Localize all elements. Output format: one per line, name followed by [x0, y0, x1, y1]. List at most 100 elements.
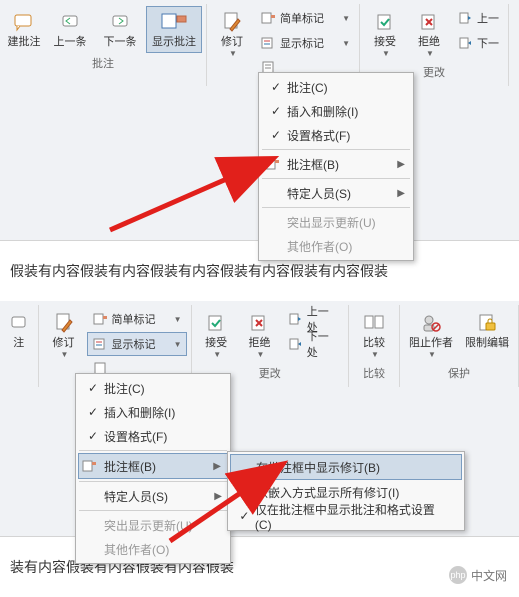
prev-comment-button[interactable]: 上一条: [46, 6, 94, 53]
next-change-button[interactable]: 下一处: [282, 332, 344, 356]
menu-highlight: 突出显示更新(U): [261, 210, 411, 234]
comment-button[interactable]: 注: [4, 307, 34, 354]
show-markup-menu: ✓批注(C) ✓插入和删除(I) ✓设置格式(F) 批注框(B) ▶ 特定人员(S…: [258, 72, 414, 261]
label: 简单标记: [112, 311, 156, 327]
show-comments-button[interactable]: 显示批注: [146, 6, 202, 53]
label: 以嵌入方式显示所有修订(I): [256, 484, 399, 501]
create-comment-button[interactable]: 建批注: [4, 6, 44, 53]
next-comment-button[interactable]: 下一条: [96, 6, 144, 53]
show-markup-dropdown[interactable]: 显示标记 ▼: [255, 31, 355, 55]
compare-icon: [363, 311, 385, 335]
menu-ins-del[interactable]: ✓插入和删除(I): [78, 400, 228, 424]
chevron-down-icon: ▼: [371, 350, 379, 359]
label: 仅在批注框中显示批注和格式设置(C): [255, 501, 442, 532]
reject-button[interactable]: 拒绝 ▼: [408, 6, 450, 62]
next-icon: [287, 336, 303, 352]
menu-balloons[interactable]: 批注框(B) ▶: [261, 152, 411, 176]
balloons-submenu: 在批注框中显示修订(B) 以嵌入方式显示所有修订(I) ✓仅在批注框中显示批注和…: [227, 451, 465, 531]
prev-icon: [457, 10, 473, 26]
reject-icon: [249, 311, 269, 335]
label: 比较: [363, 337, 385, 350]
prev-icon: [287, 311, 303, 327]
label: 上一条: [54, 36, 87, 49]
block-authors-icon: [421, 311, 441, 335]
balloon-icon: [82, 459, 104, 473]
submenu-only-format[interactable]: ✓仅在批注框中显示批注和格式设置(C): [230, 504, 462, 528]
chevron-down-icon: ▼: [61, 350, 69, 359]
revise-icon: [222, 10, 242, 34]
prev-change-button[interactable]: 上一: [452, 6, 504, 30]
compare-group: 比较 ▼ 比较: [349, 305, 400, 387]
protect-group: 阻止作者 ▼ 限制编辑 保护: [400, 305, 519, 387]
submenu-arrow-icon: ▶: [397, 188, 405, 199]
accept-button[interactable]: 接受 ▼: [364, 6, 406, 62]
menu-format[interactable]: ✓设置格式(F): [261, 123, 411, 147]
separator: [79, 510, 227, 511]
label: 批注框(B): [104, 458, 156, 475]
accept-icon: [206, 311, 226, 335]
menu-people[interactable]: 特定人员(S)▶: [78, 484, 228, 508]
check-icon: ✓: [82, 381, 104, 395]
label: 批注(C): [287, 79, 328, 96]
menu-comments[interactable]: ✓批注(C): [78, 376, 228, 400]
body-text: 假装有内容假装有内容假装有内容假装有内容假装有内容假装: [10, 263, 388, 279]
label: 建批注: [8, 36, 41, 49]
watermark-logo: php 中文网: [443, 564, 513, 586]
submenu-arrow-icon: ▶: [397, 159, 405, 170]
compare-button[interactable]: 比较 ▼: [353, 307, 395, 363]
reject-icon: [419, 10, 439, 34]
menu-ins-del[interactable]: ✓插入和删除(I): [261, 99, 411, 123]
menu-others: 其他作者(O): [78, 537, 228, 561]
menu-people[interactable]: 特定人员(S)▶: [261, 181, 411, 205]
menu-others: 其他作者(O): [261, 234, 411, 258]
chevron-down-icon: ▼: [174, 340, 182, 349]
markup-icon: [260, 10, 276, 26]
label: 批注框(B): [287, 156, 339, 173]
label: 接受: [205, 337, 227, 350]
label: 在批注框中显示修订(B): [256, 459, 380, 476]
revise-button[interactable]: 修订 ▼: [211, 6, 253, 62]
simple-markup-dropdown[interactable]: 简单标记 ▼: [255, 6, 355, 30]
label: 插入和删除(I): [104, 404, 175, 421]
accept-icon: [375, 10, 395, 34]
menu-comments[interactable]: ✓批注(C): [261, 75, 411, 99]
chevron-down-icon: ▼: [257, 350, 265, 359]
check-icon: ✓: [82, 405, 104, 419]
menu-format[interactable]: ✓设置格式(F): [78, 424, 228, 448]
separator: [262, 207, 410, 208]
submenu-arrow-icon: ▶: [213, 461, 221, 472]
next-change-button[interactable]: 下一: [452, 31, 504, 55]
chevron-down-icon: ▼: [342, 14, 350, 23]
comment-new-icon: [13, 10, 35, 34]
prev-comment-icon: [59, 10, 81, 34]
accept-button[interactable]: 接受 ▼: [196, 307, 237, 363]
chevron-down-icon: ▼: [382, 49, 390, 58]
label: 限制编辑: [465, 337, 509, 350]
comment-group: 注: [0, 305, 39, 387]
top-panel: 建批注 上一条 下一条 显示批注 批注: [0, 0, 519, 241]
separator: [262, 149, 410, 150]
show-markup-dropdown[interactable]: 显示标记 ▼: [87, 332, 187, 356]
submenu-show-revisions[interactable]: 在批注框中显示修订(B): [230, 454, 462, 480]
revise-button[interactable]: 修订 ▼: [43, 307, 85, 363]
chevron-down-icon: ▼: [428, 350, 436, 359]
show-markup-menu: ✓批注(C) ✓插入和删除(I) ✓设置格式(F) 批注框(B) ▶ 特定人员(S…: [75, 373, 231, 564]
label: 下一: [477, 35, 499, 51]
group-label: 更改: [423, 62, 445, 82]
reject-button[interactable]: 拒绝 ▼: [239, 307, 280, 363]
check-icon: ✓: [265, 104, 287, 118]
label: 拒绝: [418, 36, 440, 49]
label: 其他作者(O): [287, 238, 352, 255]
separator: [79, 481, 227, 482]
menu-balloons[interactable]: 批注框(B) ▶: [78, 453, 228, 479]
check-icon: ✓: [265, 80, 287, 94]
label: 拒绝: [248, 337, 270, 350]
separator: [79, 450, 227, 451]
label: 批注(C): [104, 380, 145, 397]
logo-text: 中文网: [471, 567, 507, 584]
submenu-arrow-icon: ▶: [214, 491, 222, 502]
restrict-edit-button[interactable]: 限制编辑: [460, 307, 514, 354]
revise-icon: [54, 311, 74, 335]
block-authors-button[interactable]: 阻止作者 ▼: [404, 307, 458, 363]
simple-markup-dropdown[interactable]: 简单标记 ▼: [87, 307, 187, 331]
